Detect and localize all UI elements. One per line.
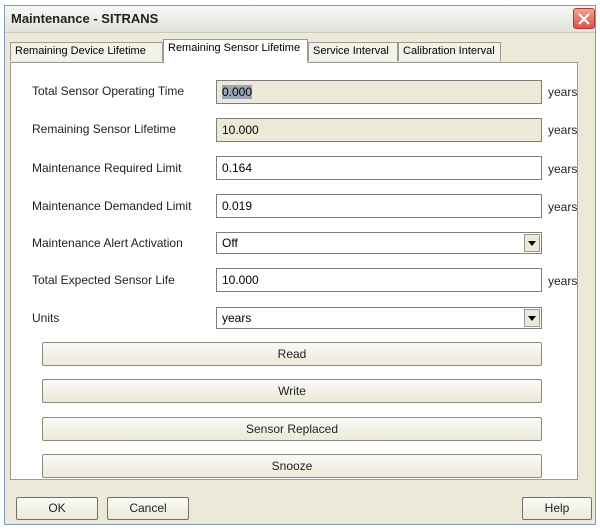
tab-panel: Total Sensor Operating Time 0.000 years …	[10, 62, 578, 480]
read-button[interactable]: Read	[42, 342, 542, 366]
remaining-lifetime-label: Remaining Sensor Lifetime	[32, 122, 177, 136]
tab-remaining-sensor-lifetime[interactable]: Remaining Sensor Lifetime	[163, 39, 308, 63]
chevron-down-icon	[528, 241, 536, 246]
window-title: Maintenance - SITRANS	[11, 11, 159, 26]
units-label: Units	[32, 311, 60, 325]
alert-activation-select[interactable]: Off	[216, 232, 542, 254]
tab-service-interval[interactable]: Service Interval	[308, 42, 398, 61]
close-icon	[578, 13, 590, 25]
ok-button[interactable]: OK	[16, 497, 98, 520]
tab-calibration-interval[interactable]: Calibration Interval	[398, 42, 501, 61]
close-button[interactable]	[573, 8, 595, 29]
chevron-down-icon	[528, 316, 536, 321]
title-bar: Maintenance - SITRANS	[5, 6, 595, 33]
required-limit-field[interactable]: 0.164	[216, 156, 542, 180]
units-value: years	[222, 311, 252, 325]
units-dropdown-button[interactable]	[524, 309, 540, 327]
demanded-limit-label: Maintenance Demanded Limit	[32, 199, 192, 213]
alert-activation-value: Off	[222, 236, 238, 250]
tab-remaining-device-lifetime[interactable]: Remaining Device Lifetime	[10, 42, 163, 61]
help-button[interactable]: Help	[522, 497, 592, 520]
alert-activation-label: Maintenance Alert Activation	[32, 236, 183, 250]
total-operating-time-label: Total Sensor Operating Time	[32, 84, 185, 98]
demanded-limit-unit: years	[548, 200, 578, 214]
expected-life-label: Total Expected Sensor Life	[32, 273, 175, 287]
units-select[interactable]: years	[216, 307, 542, 329]
expected-life-field[interactable]: 10.000	[216, 268, 542, 292]
required-limit-unit: years	[548, 162, 578, 176]
demanded-limit-field[interactable]: 0.019	[216, 194, 542, 218]
total-operating-time-unit: years	[548, 85, 578, 99]
remaining-lifetime-field[interactable]: 10.000	[216, 118, 542, 142]
write-button[interactable]: Write	[42, 379, 542, 403]
total-operating-time-field[interactable]: 0.000	[216, 80, 542, 104]
sensor-replaced-button[interactable]: Sensor Replaced	[42, 417, 542, 441]
alert-activation-dropdown-button[interactable]	[524, 234, 540, 252]
required-limit-label: Maintenance Required Limit	[32, 161, 182, 175]
expected-life-unit: years	[548, 274, 578, 288]
snooze-button[interactable]: Snooze	[42, 454, 542, 478]
cancel-button[interactable]: Cancel	[107, 497, 189, 520]
remaining-lifetime-unit: years	[548, 123, 578, 137]
